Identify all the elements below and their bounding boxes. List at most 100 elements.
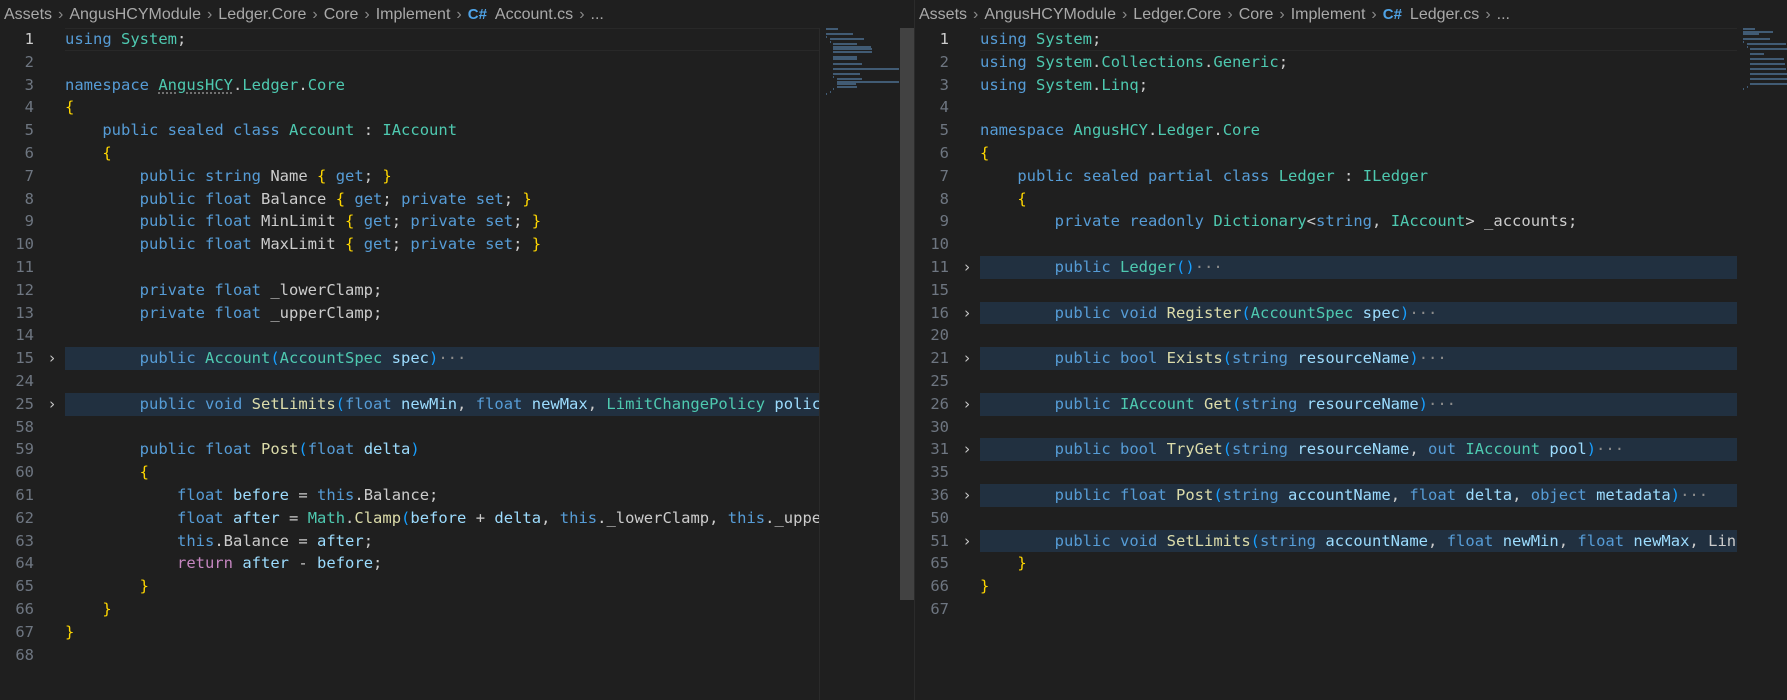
code-text[interactable]: public Account(AccountSpec spec)··· — [65, 347, 467, 370]
code-line[interactable]: 63 this.Balance = after; — [0, 530, 914, 553]
code-line[interactable]: 62 float after = Math.Clamp(before + del… — [0, 507, 914, 530]
code-line[interactable]: 8 public float Balance { get; private se… — [0, 188, 914, 211]
code-line[interactable]: 61 float before = this.Balance; — [0, 484, 914, 507]
code-line[interactable]: 59 public float Post(float delta) — [0, 438, 914, 461]
code-line[interactable]: 25 — [915, 370, 1787, 393]
scrollbar[interactable] — [900, 28, 914, 600]
breadcrumb-symbols[interactable]: ... — [1497, 6, 1510, 23]
breadcrumb-item[interactable]: Assets — [919, 6, 967, 23]
code-line[interactable]: 16 › public void Register(AccountSpec spe… — [915, 301, 1787, 325]
code-line[interactable]: 25 › public void SetLimits(float newMin, … — [0, 392, 914, 416]
code-text[interactable]: public float MinLimit { get; private set… — [65, 210, 541, 233]
code-text[interactable]: public Ledger()··· — [980, 256, 1223, 279]
code-line[interactable]: 50 — [915, 507, 1787, 530]
code-text[interactable]: } — [65, 575, 149, 598]
code-editor[interactable]: 1 using System; 2 3 namespace AngusHCY.Ledge… — [0, 28, 914, 700]
folded-region-ellipsis[interactable]: ··· — [1419, 349, 1447, 367]
code-text[interactable]: using System; — [980, 28, 1101, 51]
code-line[interactable]: 11 › public Ledger()··· — [915, 255, 1787, 279]
code-text[interactable]: } — [980, 552, 1026, 575]
code-text[interactable]: using System.Collections.Generic; — [980, 51, 1288, 74]
code-line[interactable]: 68 — [0, 644, 914, 667]
code-text[interactable]: namespace AngusHCY.Ledger.Core — [65, 74, 345, 97]
code-text[interactable]: { — [980, 188, 1026, 211]
breadcrumb-item[interactable]: Assets — [4, 6, 52, 23]
code-text[interactable]: public void SetLimits(float newMin, floa… — [65, 393, 821, 416]
code-text[interactable]: float before = this.Balance; — [65, 484, 438, 507]
code-line[interactable]: 8 { — [915, 188, 1787, 211]
code-line[interactable]: 65 } — [0, 575, 914, 598]
breadcrumb-symbols[interactable]: ... — [591, 6, 604, 23]
code-text[interactable]: public sealed partial class Ledger : ILe… — [980, 165, 1428, 188]
breadcrumb-item[interactable]: Implement — [376, 6, 451, 23]
code-editor[interactable]: 1 using System; 2 using System.Collections.… — [915, 28, 1787, 700]
chevron-right-icon[interactable]: › — [959, 484, 975, 507]
code-line[interactable]: 10 public float MaxLimit { get; private … — [0, 233, 914, 256]
chevron-right-icon[interactable]: › — [959, 438, 975, 461]
code-line[interactable]: 65 } — [915, 552, 1787, 575]
editor-pane-right[interactable]: Assets › AngusHCYModule › Ledger.Core › Core › I… — [915, 0, 1787, 700]
code-line[interactable]: 26 › public IAccount Get(string resourceN… — [915, 392, 1787, 416]
code-text[interactable]: } — [65, 621, 74, 644]
folded-region-ellipsis[interactable]: ··· — [1428, 395, 1456, 413]
code-line[interactable]: 35 — [915, 461, 1787, 484]
code-line[interactable]: 30 — [915, 416, 1787, 439]
editor-pane-left[interactable]: Assets › AngusHCYModule › Ledger.Core › Core › I… — [0, 0, 915, 700]
chevron-right-icon[interactable]: › — [44, 393, 60, 416]
code-line[interactable]: 6 { — [0, 142, 914, 165]
folded-region-ellipsis[interactable]: ··· — [1409, 304, 1437, 322]
code-line[interactable]: 64 return after - before; — [0, 552, 914, 575]
code-text[interactable]: private float _upperClamp; — [65, 302, 383, 325]
code-text[interactable]: public bool TryGet(string resourceName, … — [980, 438, 1624, 461]
chevron-right-icon[interactable]: › — [959, 393, 975, 416]
code-line[interactable]: 10 — [915, 233, 1787, 256]
code-text[interactable]: float after = Math.Clamp(before + delta,… — [65, 507, 821, 530]
breadcrumb-file[interactable]: Ledger.cs — [1410, 6, 1479, 23]
folded-region-ellipsis[interactable]: ··· — [1680, 486, 1708, 504]
code-line[interactable]: 36 › public float Post(string accountName… — [915, 483, 1787, 507]
chevron-right-icon[interactable]: › — [959, 347, 975, 370]
code-line[interactable]: 1 using System; — [915, 28, 1787, 51]
code-line[interactable]: 24 — [0, 370, 914, 393]
code-line[interactable]: 66 } — [0, 598, 914, 621]
code-line[interactable]: 7 public string Name { get; } — [0, 165, 914, 188]
breadcrumb-item[interactable]: Core — [1239, 6, 1274, 23]
code-line[interactable]: 2 — [0, 51, 914, 74]
code-text[interactable]: namespace AngusHCY.Ledger.Core — [980, 119, 1260, 142]
chevron-right-icon[interactable]: › — [959, 256, 975, 279]
code-line[interactable]: 1 using System; — [0, 28, 914, 51]
code-text[interactable]: { — [65, 96, 74, 119]
code-line[interactable]: 9 public float MinLimit { get; private s… — [0, 210, 914, 233]
code-line[interactable]: 60 { — [0, 461, 914, 484]
code-text[interactable]: public string Name { get; } — [65, 165, 392, 188]
breadcrumb-item[interactable]: Core — [324, 6, 359, 23]
code-line[interactable]: 58 — [0, 416, 914, 439]
code-line[interactable]: 51 › public void SetLimits(string account… — [915, 529, 1787, 553]
breadcrumb-item[interactable]: Implement — [1291, 6, 1366, 23]
breadcrumb-item[interactable]: Ledger.Core — [218, 6, 306, 23]
code-line[interactable]: 4 — [915, 96, 1787, 119]
code-line[interactable]: 4{ — [0, 96, 914, 119]
code-text[interactable]: { — [65, 142, 111, 165]
code-text[interactable]: using System.Linq; — [980, 74, 1148, 97]
minimap[interactable] — [1737, 28, 1787, 700]
code-line[interactable]: 6{ — [915, 142, 1787, 165]
folded-region-ellipsis[interactable]: ··· — [1195, 258, 1223, 276]
code-line[interactable]: 5 public sealed class Account : IAccount — [0, 119, 914, 142]
code-text[interactable]: using System; — [65, 28, 186, 51]
code-line[interactable]: 21 › public bool Exists(string resourceNa… — [915, 347, 1787, 370]
code-line[interactable]: 5 namespace AngusHCY.Ledger.Core — [915, 119, 1787, 142]
code-line[interactable]: 15 › public Account(AccountSpec spec)··· — [0, 347, 914, 370]
breadcrumb-item[interactable]: Ledger.Core — [1133, 6, 1221, 23]
chevron-right-icon[interactable]: › — [959, 302, 975, 325]
code-text[interactable]: } — [65, 598, 111, 621]
code-line[interactable]: 20 — [915, 324, 1787, 347]
code-line[interactable]: 67} — [0, 621, 914, 644]
code-line[interactable]: 3 namespace AngusHCY.Ledger.Core — [0, 74, 914, 97]
chevron-right-icon[interactable]: › — [44, 347, 60, 370]
code-line[interactable]: 13 private float _upperClamp; — [0, 302, 914, 325]
breadcrumb-item[interactable]: AngusHCYModule — [984, 6, 1116, 23]
code-text[interactable]: public float Balance { get; private set;… — [65, 188, 532, 211]
code-line[interactable]: 14 — [0, 324, 914, 347]
code-text[interactable]: return after - before; — [65, 552, 382, 575]
